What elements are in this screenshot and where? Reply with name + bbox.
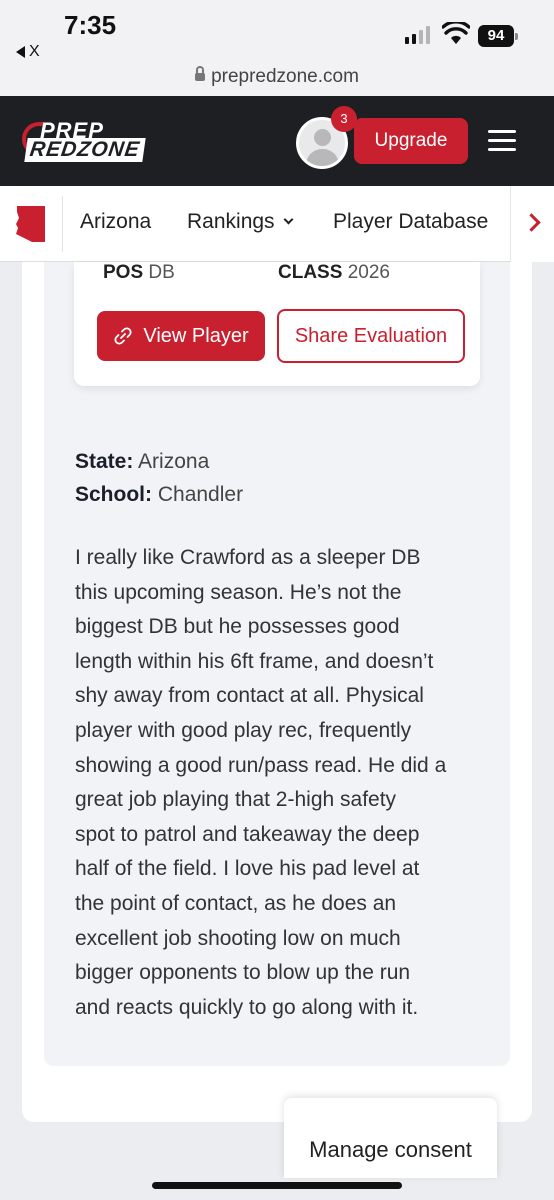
school-detail: School: Chandler — [75, 483, 243, 507]
back-app-label: X — [29, 43, 40, 60]
evaluation-line: showing a good run/pass read. He did a — [75, 753, 447, 777]
lock-icon — [195, 66, 206, 81]
back-triangle-icon — [16, 46, 25, 58]
manage-consent-button[interactable]: Manage consent — [284, 1098, 497, 1178]
battery-icon: 94 — [478, 25, 518, 47]
logo-line-2: REDZONE — [24, 138, 146, 162]
evaluation-line: player with good play rec, frequently — [75, 718, 412, 742]
view-player-label: View Player — [143, 324, 249, 347]
chevron-down-icon — [283, 214, 294, 225]
chevron-right-icon — [522, 213, 541, 232]
player-class: CLASS 2026 — [278, 262, 390, 284]
url-text: prepredzone.com — [211, 66, 359, 87]
evaluation-line: I really like Crawford as a sleeper DB — [75, 546, 421, 569]
class-value: 2026 — [347, 262, 390, 283]
evaluation-text: I really like Crawford as a sleeper DB t… — [75, 541, 493, 1025]
menu-icon[interactable] — [488, 130, 516, 152]
evaluation-line: and reacts quickly to go along with it. — [75, 995, 419, 1019]
address-bar[interactable]: prepredzone.com — [0, 66, 554, 88]
school-value: Chandler — [157, 483, 244, 506]
pos-value: DB — [148, 262, 175, 283]
evaluation-line: shy away from contact at all. Physical — [75, 684, 424, 708]
evaluation-line: half of the field. I love his pad level … — [75, 857, 420, 881]
state-label: State: — [75, 450, 134, 473]
nav-item-player-database[interactable]: Player Database — [333, 210, 488, 234]
pos-label: POS — [103, 262, 144, 283]
state-detail: State: Arizona — [75, 450, 209, 474]
state-nav-bar: Arizona Rankings Player Database — [0, 186, 554, 262]
state-value: Arizona — [138, 450, 210, 473]
nav-divider — [62, 196, 63, 252]
evaluation-line: bigger opponents to blow up the run — [75, 961, 411, 985]
share-evaluation-button[interactable]: Share Evaluation — [277, 309, 465, 363]
status-bar: 7:35 X 94 prepredzone.com — [0, 0, 554, 96]
evaluation-line: great job playing that 2-high safety — [75, 788, 397, 812]
arizona-state-icon[interactable] — [14, 204, 48, 244]
evaluation-line: this upcoming season. He’s not the — [75, 580, 402, 604]
site-logo[interactable]: PREP REDZONE — [22, 118, 150, 162]
nav-scroll-right-button[interactable] — [510, 186, 554, 262]
site-header: PREP REDZONE — [0, 96, 554, 186]
upgrade-button[interactable]: Upgrade — [354, 118, 468, 164]
evaluation-line: length within his 6ft frame, and doesn’t — [75, 649, 434, 673]
player-position: POS DB — [103, 262, 175, 284]
nav-item-arizona[interactable]: Arizona — [80, 210, 151, 234]
wifi-icon — [442, 22, 470, 44]
status-time: 7:35 — [64, 10, 117, 40]
evaluation-line: the point of contact, as he does an — [75, 891, 397, 915]
home-indicator[interactable] — [152, 1182, 402, 1189]
avatar-head — [314, 129, 331, 146]
nav-item-rankings[interactable]: Rankings — [187, 210, 294, 234]
cellular-signal-icon — [405, 26, 430, 44]
avatar-body — [306, 149, 339, 166]
evaluation-line: biggest DB but he possesses good — [75, 615, 400, 639]
nav-rankings-label: Rankings — [187, 210, 275, 233]
view-player-button[interactable]: View Player — [97, 311, 265, 361]
back-to-app-button[interactable]: X — [16, 43, 40, 61]
evaluation-line: excellent job shooting low on much — [75, 926, 401, 950]
school-label: School: — [75, 483, 152, 506]
evaluation-line: spot to patrol and takeaway the deep — [75, 822, 420, 846]
link-icon — [114, 327, 132, 345]
class-label: CLASS — [278, 262, 343, 283]
